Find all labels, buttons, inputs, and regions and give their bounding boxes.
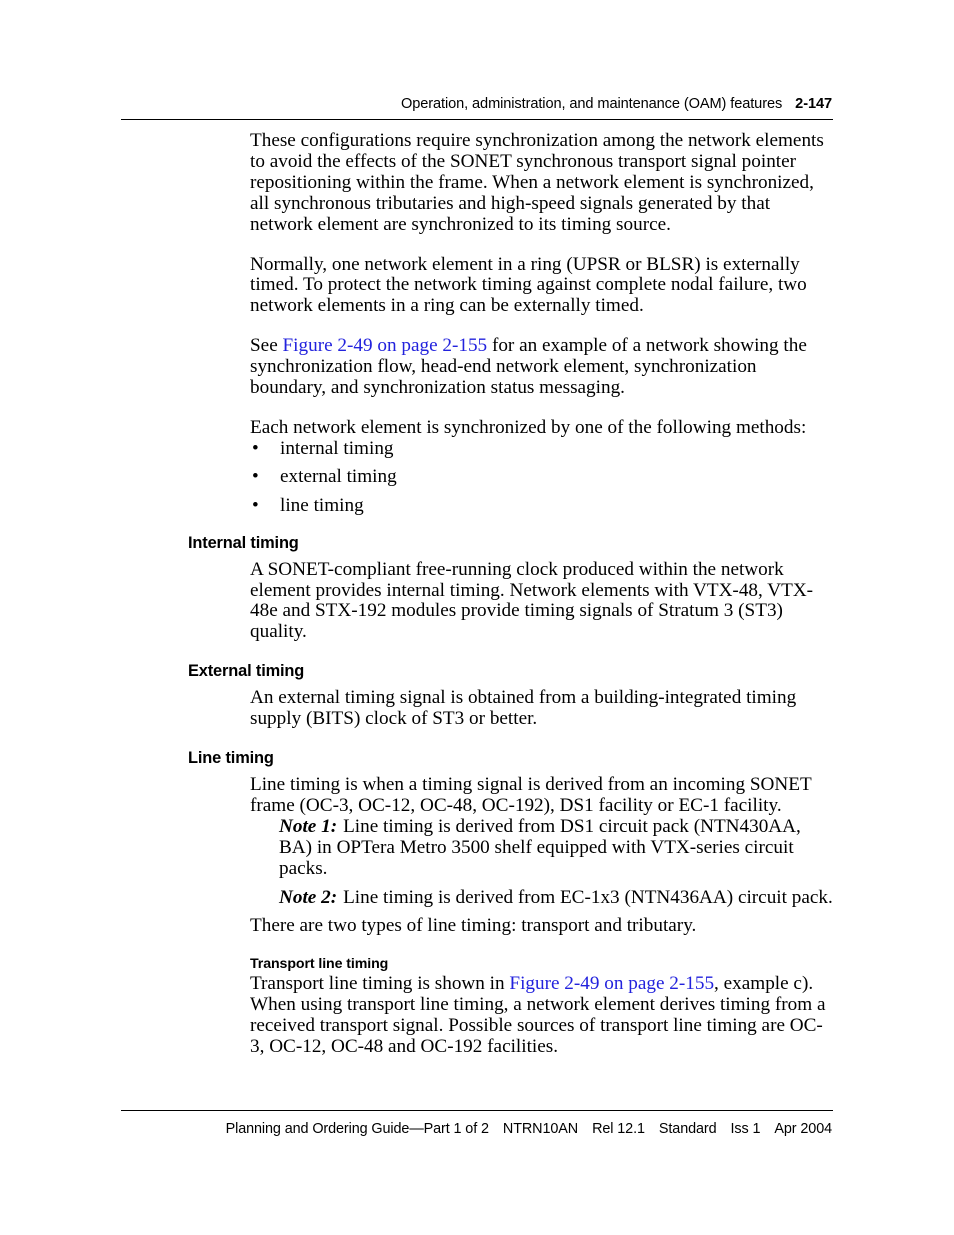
- list-item-label: internal timing: [280, 437, 394, 459]
- figure-2-49-link-2[interactable]: Figure 2-49 on page 2-155: [509, 973, 714, 994]
- note-2-text: Line timing is derived from EC-1x3 (NTN4…: [343, 886, 833, 908]
- footer-status: Standard: [658, 1121, 717, 1137]
- heading-external-timing: External timing: [188, 662, 305, 681]
- paragraph-each-network-element: Each network element is synchronized by …: [250, 416, 807, 438]
- document-page: Operation, administration, and maintenan…: [0, 0, 954, 1235]
- heading-internal-timing: Internal timing: [188, 533, 299, 552]
- note-1: Note 1: Line timing is derived from DS1 c…: [279, 815, 833, 880]
- footer-guide-title: Planning and Ordering Guide—Part 1 of 2: [225, 1121, 489, 1137]
- paragraph-internal-timing: A SONET-compliant free-running clock pro…: [250, 558, 814, 643]
- footer-release: Rel 12.1: [592, 1121, 645, 1137]
- timing-methods-list: • internal timing • external timing • li…: [250, 437, 833, 517]
- heading-transport-line-timing: Transport line timing: [250, 956, 389, 973]
- header-line: Operation, administration, and maintenan…: [121, 96, 833, 112]
- note-2-label: Note 2:: [279, 886, 338, 908]
- list-item: • internal timing: [250, 437, 833, 460]
- note-1-label: Note 1:: [279, 815, 338, 837]
- paragraph-configurations: These configurations require synchroniza…: [250, 130, 824, 235]
- figure-2-49-link-1[interactable]: Figure 2-49 on page 2-155: [283, 335, 488, 356]
- footer-doc-number: NTRN10AN: [502, 1121, 579, 1137]
- paragraph-two-types: There are two types of line timing: tran…: [250, 915, 697, 937]
- paragraph-normally: Normally, one network element in a ring …: [250, 253, 807, 317]
- page-header: Operation, administration, and maintenan…: [121, 96, 833, 120]
- bullet-icon: •: [252, 466, 259, 488]
- footer-date: Apr 2004: [774, 1121, 832, 1137]
- note-1-text: Line timing is derived from DS1 circuit …: [279, 815, 801, 879]
- header-title: Operation, administration, and maintenan…: [400, 96, 783, 112]
- list-item: • external timing: [250, 466, 833, 488]
- see-figure-prefix: See: [250, 335, 283, 357]
- note-2: Note 2: Line timing is derived from EC-1x…: [279, 886, 833, 909]
- list-item: • line timing: [250, 494, 833, 517]
- header-page-number: 2-147: [795, 96, 832, 112]
- header-rule: [121, 119, 833, 120]
- heading-line-timing: Line timing: [188, 749, 274, 768]
- bullet-icon: •: [252, 437, 259, 459]
- footer-issue: Iss 1: [730, 1121, 761, 1137]
- transport-prefix: Transport line timing is shown in: [250, 973, 510, 995]
- footer-line: Planning and Ordering Guide—Part 1 of 2 …: [121, 1111, 833, 1137]
- list-item-label: external timing: [280, 466, 397, 488]
- paragraph-line-timing: Line timing is when a timing signal is d…: [250, 774, 812, 816]
- paragraph-external-timing: An external timing signal is obtained fr…: [250, 687, 797, 730]
- page-content: These configurations require synchroniza…: [0, 130, 954, 1077]
- page-footer: Planning and Ordering Guide—Part 1 of 2 …: [121, 1110, 833, 1137]
- paragraph-see-figure: See Figure 2-49 on page 2-155 for an exa…: [250, 335, 833, 399]
- list-item-label: line timing: [280, 494, 364, 516]
- bullet-icon: •: [252, 494, 259, 516]
- paragraph-transport-line-timing: Transport line timing is shown in Figure…: [250, 973, 833, 1058]
